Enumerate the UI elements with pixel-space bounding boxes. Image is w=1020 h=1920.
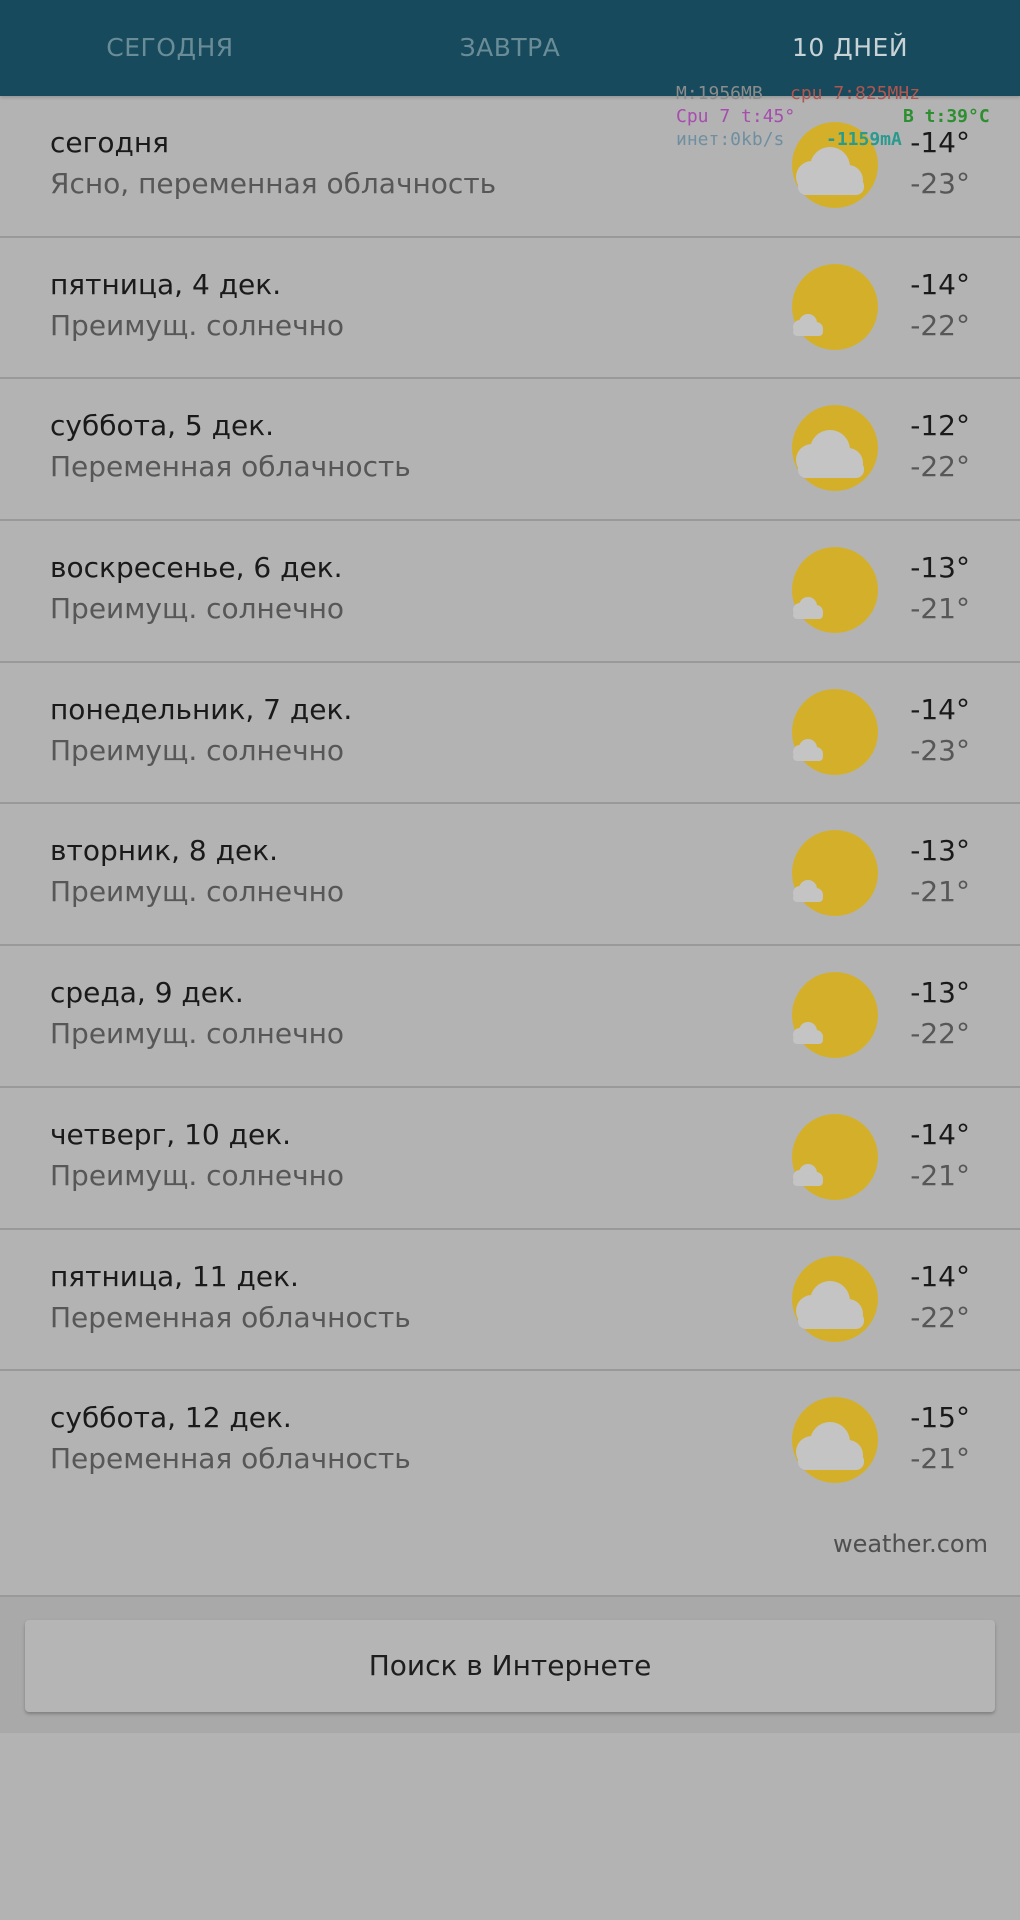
forecast-row[interactable]: суббота, 5 дек. Переменная облачность -1… [0, 379, 1020, 522]
forecast-day: среда, 9 дек. [50, 976, 244, 1010]
mostly-sunny-icon [792, 547, 878, 634]
forecast-low-temp: -21° [910, 1442, 970, 1476]
forecast-day: суббота, 12 дек. [50, 1401, 292, 1435]
web-search-button[interactable]: Поиск в Интернете [25, 1620, 995, 1712]
source-link[interactable]: weather.com [833, 1530, 988, 1558]
forecast-day: суббота, 5 дек. [50, 409, 275, 443]
forecast-row[interactable]: сегодня Ясно, переменная облачность -14°… [0, 96, 1020, 238]
forecast-row[interactable]: пятница, 11 дек. Переменная облачность -… [0, 1230, 1020, 1372]
partly-cloudy-icon [792, 1255, 878, 1342]
forecast-list: сегодня Ясно, переменная облачность -14°… [0, 96, 1020, 1513]
forecast-description: Ясно, переменная облачность [50, 167, 497, 200]
overlay-battery-temp: B t:39°C [903, 106, 990, 127]
forecast-description: Преимущ. солнечно [50, 1017, 345, 1051]
forecast-high-temp: -14° [910, 692, 970, 726]
forecast-day: пятница, 11 дек. [50, 1259, 299, 1293]
forecast-row[interactable]: суббота, 12 дек. Переменная облачность -… [0, 1371, 1020, 1513]
forecast-day: четверг, 10 дек. [50, 1117, 292, 1151]
overlay-cpu-temp: Cpu 7 t:45° [676, 106, 796, 127]
forecast-low-temp: -21° [910, 592, 970, 626]
weather-screen: СЕГОДНЯ ЗАВТРА 10 ДНЕЙ сегодня Ясно, пер… [0, 0, 1020, 1920]
tab-10-days[interactable]: 10 ДНЕЙ [680, 0, 1020, 96]
forecast-row[interactable]: понедельник, 7 дек. Преимущ. солнечно -1… [0, 663, 1020, 805]
forecast-day: воскресенье, 6 дек. [50, 551, 343, 585]
forecast-high-temp: -14° [910, 1117, 970, 1151]
forecast-description: Преимущ. солнечно [50, 308, 345, 342]
mostly-sunny-icon [792, 263, 878, 350]
forecast-low-temp: -21° [910, 1158, 970, 1192]
forecast-low-temp: -21° [910, 875, 970, 909]
forecast-row[interactable]: воскресенье, 6 дек. Преимущ. солнечно -1… [0, 521, 1020, 663]
overlay-current: -1159mA [826, 129, 902, 150]
forecast-high-temp: -15° [910, 1401, 970, 1435]
forecast-low-temp: -22° [910, 308, 970, 342]
forecast-row[interactable]: четверг, 10 дек. Преимущ. солнечно -14° … [0, 1088, 1020, 1230]
forecast-high-temp: -14° [910, 267, 970, 301]
forecast-day: вторник, 8 дек. [50, 834, 279, 868]
forecast-high-temp: -14° [910, 1259, 970, 1293]
forecast-description: Переменная облачность [50, 450, 411, 484]
overlay-net: инет:0kb/s [676, 129, 785, 150]
forecast-high-temp: -13° [910, 976, 970, 1010]
forecast-day: сегодня [50, 126, 169, 159]
forecast-low-temp: -22° [910, 450, 970, 484]
mostly-sunny-icon [792, 972, 878, 1059]
tab-today[interactable]: СЕГОДНЯ [0, 0, 340, 96]
forecast-low-temp: -22° [910, 1017, 970, 1051]
forecast-description: Преимущ. солнечно [50, 875, 345, 909]
mostly-sunny-icon [792, 830, 878, 917]
partly-cloudy-icon [792, 1397, 878, 1484]
forecast-row[interactable]: вторник, 8 дек. Преимущ. солнечно -13° -… [0, 804, 1020, 947]
forecast-high-temp: -12° [910, 409, 970, 443]
forecast-row[interactable]: пятница, 4 дек. Преимущ. солнечно -14° -… [0, 238, 1020, 380]
mostly-sunny-icon [792, 1113, 878, 1200]
forecast-description: Переменная облачность [50, 1300, 411, 1334]
forecast-low-temp: -23° [910, 733, 970, 767]
forecast-day: понедельник, 7 дек. [50, 692, 353, 726]
overlay-memory: M:1956MB [676, 83, 763, 104]
forecast-high-temp: -13° [910, 551, 970, 585]
tab-bar: СЕГОДНЯ ЗАВТРА 10 ДНЕЙ [0, 0, 1020, 96]
tab-tomorrow[interactable]: ЗАВТРА [340, 0, 680, 96]
forecast-high-temp: -14° [910, 126, 970, 159]
forecast-row[interactable]: среда, 9 дек. Преимущ. солнечно -13° -22… [0, 946, 1020, 1088]
forecast-high-temp: -13° [910, 834, 970, 868]
overlay-cpu-freq: cpu 7:825MHz [790, 83, 921, 104]
forecast-description: Переменная облачность [50, 1442, 411, 1476]
forecast-low-temp: -22° [910, 1300, 970, 1334]
search-area: Поиск в Интернете [0, 1597, 1020, 1733]
forecast-description: Преимущ. солнечно [50, 592, 345, 626]
forecast-low-temp: -23° [910, 167, 970, 200]
forecast-description: Преимущ. солнечно [50, 1158, 345, 1192]
forecast-description: Преимущ. солнечно [50, 733, 345, 767]
partly-cloudy-icon [792, 405, 878, 492]
forecast-day: пятница, 4 дек. [50, 267, 282, 301]
mostly-sunny-icon [792, 688, 878, 775]
